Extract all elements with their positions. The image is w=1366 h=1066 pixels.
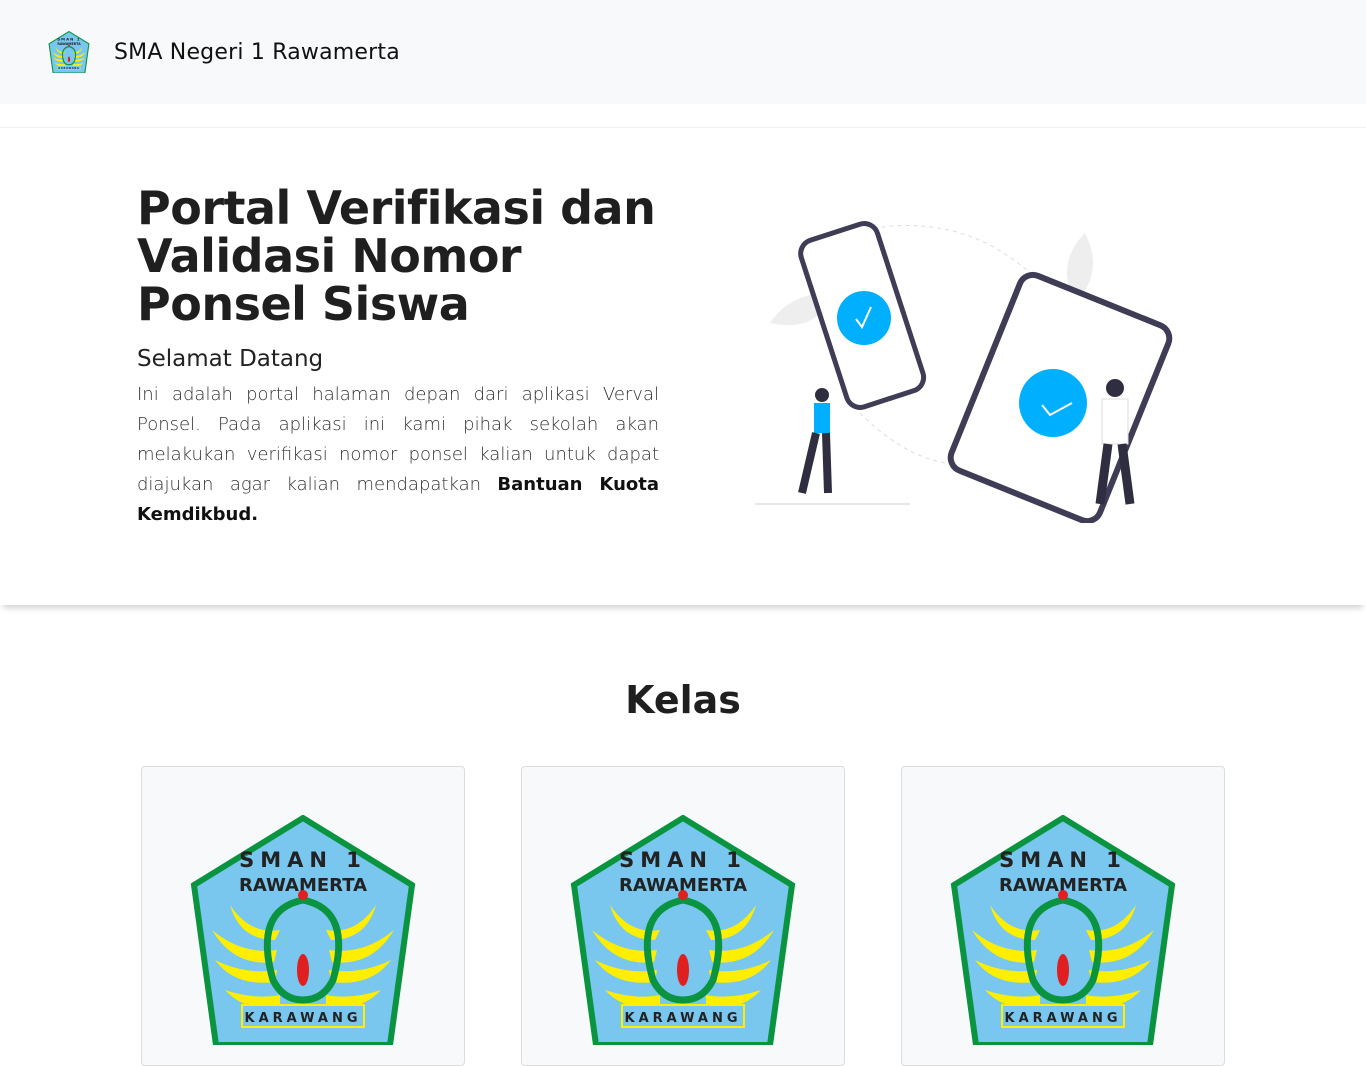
school-logo[interactable] (48, 31, 90, 73)
school-logo (570, 815, 796, 1045)
school-logo (190, 815, 416, 1045)
class-card[interactable] (901, 766, 1225, 1066)
verification-illustration (755, 221, 1173, 523)
hero-subtitle: Selamat Datang (137, 346, 324, 372)
hero-section: Portal Verifikasi dan Validasi Nomor Pon… (0, 127, 1366, 605)
hero-title: Portal Verifikasi dan Validasi Nomor Pon… (137, 181, 656, 331)
school-logo (950, 815, 1176, 1045)
brand-name[interactable]: SMA Negeri 1 Rawamerta (114, 40, 400, 65)
class-card[interactable] (521, 766, 845, 1066)
class-card[interactable] (141, 766, 465, 1066)
navbar: SMA Negeri 1 Rawamerta (0, 0, 1366, 104)
kelas-heading: Kelas (625, 678, 741, 722)
hero-description: Ini adalah portal halaman depan dari apl… (137, 380, 659, 530)
class-cards (141, 766, 1225, 1066)
